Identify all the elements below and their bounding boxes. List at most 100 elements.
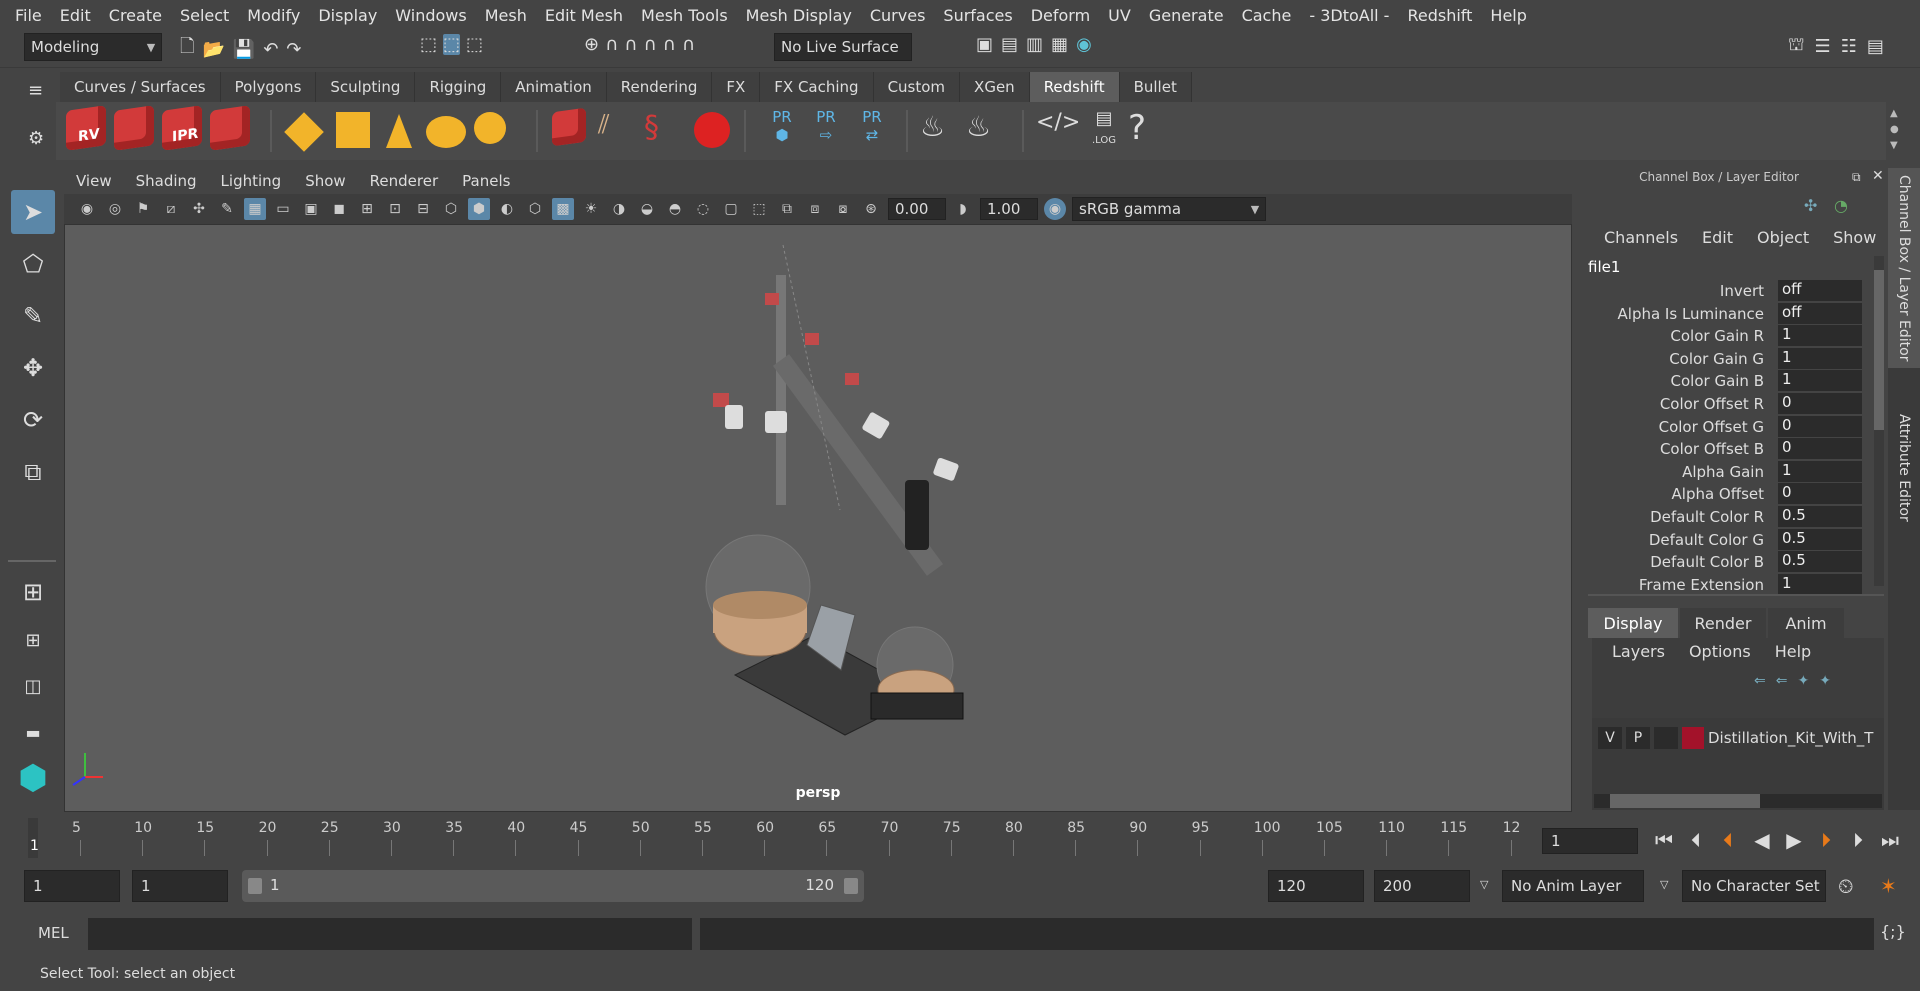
move-layer-up-icon[interactable]: ⇐ xyxy=(1754,673,1766,689)
layer-color-swatch[interactable] xyxy=(1682,727,1704,749)
channel-row[interactable]: Default Color G 0.5 xyxy=(1584,528,1874,551)
snap-surface-icon[interactable]: ∩ xyxy=(663,34,676,55)
close-icon[interactable]: ✕ xyxy=(1872,168,1884,184)
film-gate-icon[interactable]: ▭ xyxy=(272,198,294,220)
move-layer-down-icon[interactable]: ⇐ xyxy=(1776,673,1788,689)
menu-cache[interactable]: Cache xyxy=(1233,6,1301,25)
hypershade-icon[interactable]: ◉ xyxy=(1076,34,1092,55)
single-perspective-layout-icon[interactable]: ⊞ xyxy=(11,570,55,614)
camera-select-icon[interactable]: ◉ xyxy=(76,198,98,220)
snap-curve-icon[interactable]: ∩ xyxy=(605,34,618,55)
layer-menu-layers[interactable]: Layers xyxy=(1600,642,1677,661)
anti-aliasing-icon[interactable]: ◌ xyxy=(692,198,714,220)
playback-start-field[interactable]: 1 xyxy=(132,870,228,902)
go-to-start-icon[interactable]: ⏮ xyxy=(1650,828,1678,852)
redshift-spot-light-button[interactable] xyxy=(378,110,422,154)
step-back-key-icon[interactable]: ⏴ xyxy=(1714,828,1742,852)
pr-proxy-export-button[interactable]: PR ⬢ xyxy=(760,108,804,152)
menu-3dtoall[interactable]: - 3DtoAll - xyxy=(1300,6,1398,25)
viewport-menu-view[interactable]: View xyxy=(64,172,124,190)
channel-row[interactable]: Default Color B 0.5 xyxy=(1584,551,1874,573)
play-backwards-icon[interactable]: ◀ xyxy=(1748,828,1776,852)
new-layer-selected-icon[interactable]: ✦ xyxy=(1819,673,1831,689)
channel-value[interactable]: 1 xyxy=(1778,347,1862,369)
menu-edit[interactable]: Edit xyxy=(51,6,100,25)
redshift-sun-sky-button[interactable] xyxy=(470,110,514,154)
menu-windows[interactable]: Windows xyxy=(386,6,475,25)
channel-row[interactable]: Invert off xyxy=(1584,280,1874,302)
open-scene-icon[interactable]: 📂 xyxy=(202,39,224,60)
textured-icon[interactable]: ▩ xyxy=(552,198,574,220)
play-forwards-icon[interactable]: ▶ xyxy=(1780,828,1808,852)
redshift-sphere-button[interactable] xyxy=(690,110,734,154)
chevron-down-icon[interactable]: ▽ xyxy=(1480,878,1488,891)
redshift-hair-button[interactable]: ⫽ xyxy=(598,110,642,154)
shelf-tab-fx-caching[interactable]: FX Caching xyxy=(760,72,874,102)
channel-value[interactable]: 0.5 xyxy=(1778,528,1862,550)
shelf-tab-redshift[interactable]: Redshift xyxy=(1029,72,1120,102)
redshift-render-sequence-button[interactable] xyxy=(114,105,158,152)
redshift-area-light-button[interactable] xyxy=(284,110,328,154)
snap-point-icon[interactable]: ∩ xyxy=(624,34,637,55)
auto-key-icon[interactable]: ⏲ xyxy=(1838,874,1854,898)
xray-joints-icon[interactable]: ⧈ xyxy=(804,198,826,220)
modeling-toolkit-icon[interactable]: ⛫ xyxy=(1788,34,1805,58)
menu-redshift[interactable]: Redshift xyxy=(1398,6,1481,25)
channel-value[interactable]: 0 xyxy=(1778,393,1862,414)
channel-row[interactable]: Color Offset R 0 xyxy=(1584,393,1874,415)
current-time-marker[interactable]: 1 xyxy=(28,818,39,858)
channel-row[interactable]: Color Offset G 0 xyxy=(1584,415,1874,438)
menu-modify[interactable]: Modify xyxy=(238,6,309,25)
wireframe-icon[interactable]: ⬡ xyxy=(440,198,462,220)
shelf-menu-icon[interactable]: ≡ xyxy=(28,80,43,101)
channel-value[interactable]: 0 xyxy=(1778,483,1862,505)
script-language-label[interactable]: MEL xyxy=(38,924,69,942)
redshift-bake-settings-button[interactable]: ♨ xyxy=(966,110,1010,154)
layer-tab-render[interactable]: Render xyxy=(1680,608,1766,638)
layout-options-icon[interactable]: ▬ xyxy=(11,710,55,754)
shelf-tab-curves-surfaces[interactable]: Curves / Surfaces xyxy=(60,72,221,102)
channel-value[interactable]: 1 xyxy=(1778,325,1862,347)
shelf-tab-custom[interactable]: Custom xyxy=(873,72,961,102)
menu-mesh[interactable]: Mesh xyxy=(476,6,536,25)
channel-row[interactable]: Frame Extension 1 xyxy=(1584,573,1874,596)
camera-attributes-icon[interactable]: ◎ xyxy=(104,198,126,220)
playback-preferences-icon[interactable]: ✶ xyxy=(1880,874,1897,898)
exposure-field[interactable]: 0.00 xyxy=(888,198,946,220)
perspective-viewport[interactable]: persp xyxy=(64,224,1572,812)
color-space-dropdown[interactable]: sRGB gamma ▼ xyxy=(1072,197,1266,221)
menu-mesh-display[interactable]: Mesh Display xyxy=(737,6,861,25)
lasso-tool-icon[interactable]: ⬠ xyxy=(11,242,55,286)
redshift-dome-light-button[interactable] xyxy=(424,110,468,154)
render-settings-icon[interactable]: ▦ xyxy=(1051,34,1068,55)
command-input[interactable] xyxy=(88,918,692,950)
start-time-field[interactable]: 1 xyxy=(24,870,120,902)
shelf-scroll-arrows[interactable]: ▲ ● ▼ xyxy=(1890,106,1899,154)
channel-value[interactable]: 0 xyxy=(1778,438,1862,460)
ipr-render-icon[interactable]: ▥ xyxy=(1026,34,1043,55)
layer-menu-options[interactable]: Options xyxy=(1677,642,1763,661)
render-view-icon[interactable]: ▣ xyxy=(976,34,993,55)
menu-uv[interactable]: UV xyxy=(1099,6,1140,25)
channel-row[interactable]: Alpha Offset 0 xyxy=(1584,483,1874,505)
channel-value[interactable]: 0.5 xyxy=(1778,551,1862,573)
redshift-bake-button[interactable]: ♨ xyxy=(920,110,964,154)
undo-icon[interactable]: ↶ xyxy=(263,39,278,60)
range-start-handle[interactable] xyxy=(248,878,262,894)
redo-icon[interactable]: ↷ xyxy=(286,39,301,60)
attribute-editor-toggle-icon[interactable]: ☰ xyxy=(1815,36,1831,57)
save-scene-icon[interactable]: 💾 xyxy=(233,39,255,60)
menu-surfaces[interactable]: Surfaces xyxy=(934,6,1021,25)
time-slider[interactable]: 1 5 10 15 20 25 30 35 40 45 50 55 60 65 70 75 80 85 90 95 1… xyxy=(28,818,1532,858)
viewport-menu-show[interactable]: Show xyxy=(293,172,357,190)
pr-proxy-import-button[interactable]: PR ⇨ xyxy=(804,108,848,152)
script-editor-icon[interactable]: {;} xyxy=(1880,922,1906,941)
menu-select[interactable]: Select xyxy=(171,6,238,25)
character-set-dropdown[interactable]: No Character Set xyxy=(1682,870,1826,902)
bookmark-icon[interactable]: ⚑ xyxy=(132,198,154,220)
paint-select-tool-icon[interactable]: ✎ xyxy=(11,294,55,338)
color-management-toggle-icon[interactable]: ◉ xyxy=(1044,198,1066,220)
range-slider[interactable]: 1 120 xyxy=(242,870,864,902)
speed-icon[interactable]: ◔ xyxy=(1834,196,1848,215)
pr-proxy-swap-button[interactable]: PR ⇄ xyxy=(850,108,894,152)
